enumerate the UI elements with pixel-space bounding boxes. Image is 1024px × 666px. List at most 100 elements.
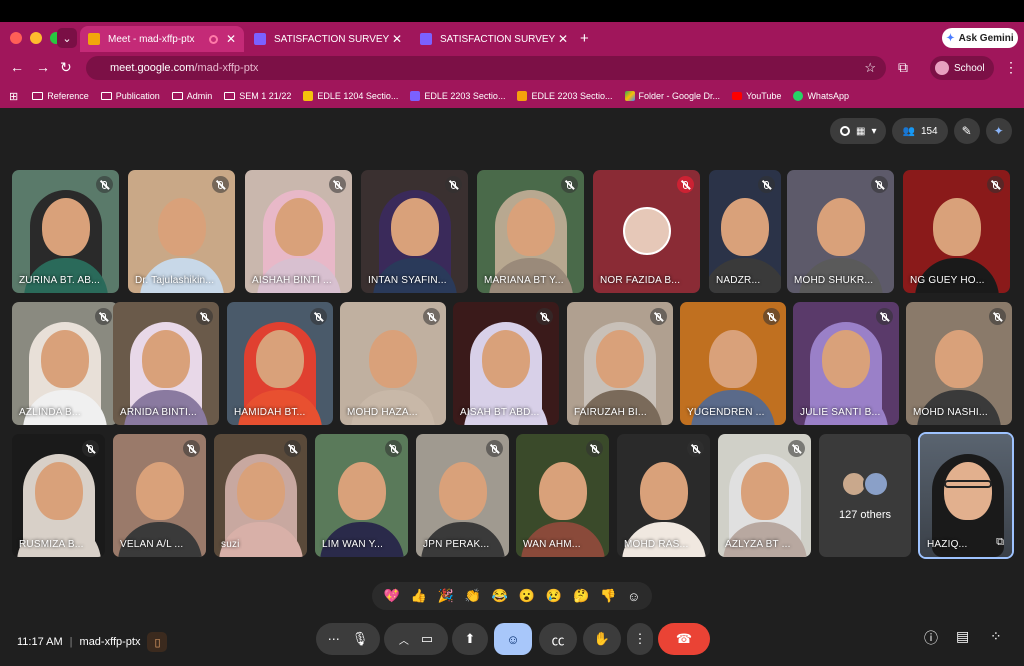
participant-tile[interactable]: NG GUEY HO... bbox=[903, 170, 1010, 293]
address-bar[interactable]: meet.google.com/mad-xffp-ptx ☆ bbox=[86, 56, 886, 80]
more-options-icon[interactable]: ⋯ bbox=[328, 632, 340, 646]
reaction-button[interactable]: ☺ bbox=[627, 589, 640, 604]
gemini-icon[interactable]: ✦ bbox=[985, 118, 1012, 144]
chat-icon[interactable]: ▤ bbox=[956, 628, 969, 645]
bookmark-item[interactable]: Reference bbox=[32, 91, 89, 101]
participant-tile[interactable]: AZLYZA BT ... bbox=[718, 434, 811, 557]
bookmark-item[interactable]: Admin bbox=[171, 91, 212, 101]
mic-off-icon bbox=[329, 176, 346, 193]
participant-tile[interactable]: MOHD RAS... bbox=[617, 434, 710, 557]
close-window-button[interactable] bbox=[10, 32, 22, 44]
participants-button[interactable]: 👥 154 bbox=[892, 118, 948, 144]
tab-survey-1[interactable]: SATISFACTION SURVEY ✕ bbox=[246, 26, 410, 52]
reaction-button[interactable]: 👎 bbox=[600, 588, 616, 604]
bookmark-item[interactable]: SEM 1 21/22 bbox=[224, 91, 291, 101]
mic-icon[interactable]: 🎙 bbox=[352, 631, 369, 647]
reaction-button[interactable]: 👍 bbox=[411, 588, 427, 604]
reactions-button[interactable]: ☺ bbox=[494, 623, 532, 655]
self-view-tile[interactable]: HAZIQ... ⧉ bbox=[918, 432, 1014, 559]
leave-call-button[interactable]: ☎ bbox=[658, 623, 710, 655]
new-tab-icon[interactable]: + bbox=[580, 30, 589, 47]
tab-survey-2[interactable]: SATISFACTION SURVEY ✕ bbox=[412, 26, 576, 52]
bookmark-item[interactable]: YouTube bbox=[732, 91, 781, 101]
participant-tile[interactable]: RUSMIZA B... bbox=[12, 434, 105, 557]
bookmark-item[interactable]: EDLE 2203 Sectio... bbox=[410, 91, 505, 101]
whatsapp-icon bbox=[793, 91, 804, 101]
participant-tile[interactable]: AZLINDA B... bbox=[12, 302, 118, 425]
browser-toolbar: ← → ↻ meet.google.com/mad-xffp-ptx ☆ ⧉ S… bbox=[0, 52, 1024, 84]
others-tile[interactable]: 127 others bbox=[819, 434, 911, 557]
mic-off-icon bbox=[212, 176, 229, 193]
mic-off-icon bbox=[687, 440, 704, 457]
bookmark-item[interactable]: EDLE 2203 Sectio... bbox=[517, 91, 613, 101]
url-host: meet.google.com bbox=[110, 62, 195, 74]
reaction-button[interactable]: 💖 bbox=[383, 588, 399, 604]
close-tab-icon[interactable]: ✕ bbox=[226, 32, 236, 46]
bookmark-item[interactable]: Publication bbox=[100, 91, 160, 101]
participant-tile[interactable]: JPN PERAK... bbox=[416, 434, 509, 557]
recording-controls[interactable]: ▦ ▾ bbox=[830, 118, 887, 144]
participant-tile[interactable]: MARIANA BT Y... bbox=[477, 170, 584, 293]
tab-search-icon[interactable]: ⌄ bbox=[57, 28, 77, 48]
forward-icon[interactable]: → bbox=[36, 59, 50, 75]
smile-icon: ☺ bbox=[506, 631, 520, 647]
participant-tile[interactable]: suzi bbox=[214, 434, 307, 557]
door-icon[interactable]: ▯ bbox=[147, 632, 168, 652]
participant-name: MOHD SHUKR... bbox=[794, 275, 874, 286]
ask-gemini-button[interactable]: ✦ Ask Gemini bbox=[942, 28, 1018, 48]
meet-favicon-icon bbox=[88, 33, 100, 45]
reaction-button[interactable]: 😮 bbox=[519, 588, 535, 604]
participant-tile[interactable]: YUGENDREN ... bbox=[680, 302, 786, 425]
participant-tile[interactable]: HAMIDAH BT... bbox=[227, 302, 333, 425]
participant-count: 154 bbox=[920, 125, 938, 137]
camera-icon[interactable]: ▭ bbox=[421, 631, 433, 647]
bookmark-star-icon[interactable]: ☆ bbox=[864, 60, 876, 76]
bookmark-item[interactable]: EDLE 1204 Sectio... bbox=[303, 91, 398, 101]
participant-tile[interactable]: INTAN SYAFIN... bbox=[361, 170, 468, 293]
participant-tile[interactable]: LIM WAN Y... bbox=[315, 434, 408, 557]
profile-button[interactable]: School bbox=[930, 56, 994, 80]
participant-tile[interactable]: JULIE SANTI B... bbox=[793, 302, 899, 425]
mic-control[interactable]: ⋯ 🎙 bbox=[316, 623, 380, 655]
browser-menu-icon[interactable]: ⋮ bbox=[1004, 59, 1018, 76]
participant-tile[interactable]: AISHAH BINTI ... bbox=[245, 170, 352, 293]
participant-tile[interactable]: MOHD SHUKR... bbox=[787, 170, 894, 293]
participant-tile[interactable]: WAN AHM... bbox=[516, 434, 609, 557]
reaction-button[interactable]: 🤔 bbox=[573, 588, 589, 604]
reaction-button[interactable]: 😢 bbox=[546, 588, 562, 604]
back-icon[interactable]: ← bbox=[10, 59, 24, 75]
minimize-window-button[interactable] bbox=[30, 32, 42, 44]
participant-tile[interactable]: NOR FAZIDA B... bbox=[593, 170, 700, 293]
bookmark-item[interactable]: WhatsApp bbox=[793, 91, 849, 101]
participant-tile[interactable]: NADZR... bbox=[709, 170, 781, 293]
chevron-up-icon[interactable]: ︿ bbox=[399, 632, 409, 647]
present-button[interactable]: ⬆ bbox=[452, 623, 488, 655]
reaction-button[interactable]: 🎉 bbox=[438, 588, 454, 604]
raise-hand-button[interactable]: ✋ bbox=[583, 623, 621, 655]
more-options-button[interactable]: ⋮ bbox=[627, 623, 653, 655]
captions-button[interactable]: ㏄ bbox=[539, 623, 577, 655]
pen-icon[interactable]: ✎ bbox=[953, 118, 980, 144]
participant-tile[interactable]: MOHD NASHI... bbox=[906, 302, 1012, 425]
tab-meet[interactable]: Meet - mad-xffp-ptx ✕ bbox=[80, 26, 244, 52]
participant-tile[interactable]: ZURINA BT. AB... bbox=[12, 170, 119, 293]
participant-tile[interactable]: MOHD HAZA... bbox=[340, 302, 446, 425]
close-tab-icon[interactable]: ✕ bbox=[558, 32, 568, 46]
camera-control[interactable]: ︿ ▭ bbox=[384, 623, 448, 655]
participant-tile[interactable]: FAIRUZAH BI... bbox=[567, 302, 673, 425]
participant-tile[interactable]: AISAH BT ABD... bbox=[453, 302, 559, 425]
reaction-button[interactable]: 👏 bbox=[465, 588, 481, 604]
participant-tile[interactable]: VELAN A/L ... bbox=[113, 434, 206, 557]
info-icon[interactable]: ⓘ bbox=[924, 628, 938, 648]
participant-tile[interactable]: ARNIDA BINTI... bbox=[113, 302, 219, 425]
reaction-button[interactable]: 😂 bbox=[492, 588, 508, 604]
activities-icon[interactable]: ⁘ bbox=[990, 628, 1002, 645]
bookmark-item[interactable]: Folder - Google Dr... bbox=[624, 91, 720, 101]
extensions-icon[interactable]: ⧉ bbox=[898, 59, 908, 76]
expand-icon[interactable]: ⧉ bbox=[996, 536, 1004, 549]
reload-icon[interactable]: ↻ bbox=[60, 59, 72, 76]
close-tab-icon[interactable]: ✕ bbox=[392, 32, 402, 46]
meeting-code: mad-xffp-ptx bbox=[79, 636, 141, 648]
participant-tile[interactable]: Dr. Tajulashikin... bbox=[128, 170, 235, 293]
apps-grid-icon[interactable]: ⊞ bbox=[9, 90, 18, 103]
